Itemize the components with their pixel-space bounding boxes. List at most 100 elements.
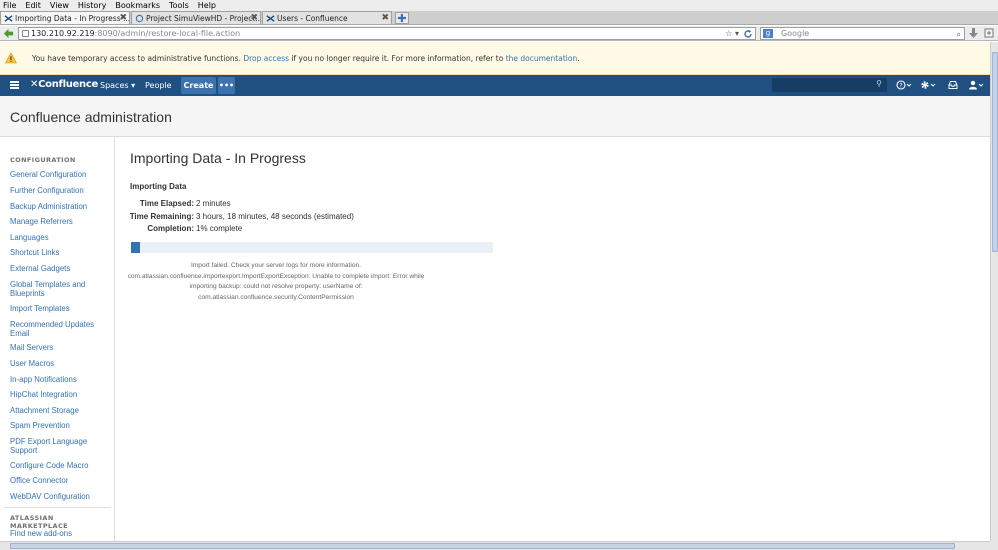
sidebar-item-languages[interactable]: Languages	[10, 233, 110, 242]
help-question-icon: ?	[896, 80, 912, 90]
import-error-message: Import failed. Check your server logs fo…	[121, 261, 431, 303]
menu-history[interactable]: History	[78, 1, 106, 10]
error-line: com.atlassian.confluence.security.Conten…	[198, 293, 354, 301]
admin-sidebar: CONFIGURATION General Configuration Furt…	[0, 137, 115, 541]
reload-icon[interactable]	[743, 29, 753, 39]
gear-icon	[921, 81, 936, 89]
sidebar-item-recommended-updates-email[interactable]: Recommended Updates Email	[10, 320, 110, 338]
error-line: com.atlassian.confluence.importexport.Im…	[127, 272, 425, 280]
sidebar-item-spam-prevention[interactable]: Spam Prevention	[10, 421, 110, 430]
time-elapsed-label: Time Elapsed:	[139, 199, 194, 208]
importing-data-subheading: Importing Data	[130, 182, 187, 191]
sidebar-item-global-templates[interactable]: Global Templates and Blueprints	[10, 280, 110, 298]
sidebar-item-general-configuration[interactable]: General Configuration	[10, 170, 110, 179]
drop-access-link[interactable]: Drop access	[243, 54, 289, 63]
vertical-scrollbar[interactable]	[990, 42, 998, 542]
menu-help[interactable]: Help	[198, 1, 216, 10]
toolbar-extension-icon[interactable]	[984, 28, 994, 38]
search-icon: ⚲	[876, 79, 882, 88]
browser-search-field[interactable]: g Google ⌕	[760, 27, 965, 40]
menu-view[interactable]: View	[50, 1, 69, 10]
menu-bookmarks[interactable]: Bookmarks	[115, 1, 160, 10]
sidebar-item-office-connector[interactable]: Office Connector	[10, 476, 110, 485]
more-create-button[interactable]: •••	[218, 77, 235, 94]
banner-text-middle: if you no longer require it. For more in…	[289, 54, 506, 63]
sidebar-item-further-configuration[interactable]: Further Configuration	[10, 186, 110, 195]
header-search-input[interactable]: ⚲	[772, 78, 887, 92]
confluence-logo[interactable]: ✕Confluence	[30, 79, 98, 90]
time-remaining-value: 3 hours, 18 minutes, 48 seconds (estimat…	[196, 212, 354, 221]
inbox-tray-icon	[948, 81, 958, 89]
sidebar-heading-marketplace: ATLASSIAN MARKETPLACE	[10, 514, 68, 530]
horizontal-scroll-thumb[interactable]	[10, 543, 955, 549]
sidebar-heading-configuration: CONFIGURATION	[10, 156, 76, 164]
page-icon	[22, 30, 29, 37]
svg-text:?: ?	[899, 82, 902, 90]
browser-tab-users[interactable]: Users - Confluence ✖	[262, 11, 392, 24]
new-tab-plus-icon[interactable]: ✚	[395, 12, 409, 25]
people-link[interactable]: People	[145, 81, 172, 90]
documentation-link[interactable]: the documentation	[506, 54, 578, 63]
menu-edit[interactable]: Edit	[25, 1, 41, 10]
vertical-scroll-thumb[interactable]	[992, 52, 998, 252]
scrollbar-corner	[990, 541, 998, 550]
url-dropdown-icon[interactable]: ☆ ▾	[725, 28, 739, 39]
create-button[interactable]: Create	[181, 77, 216, 94]
sidebar-item-shortcut-links[interactable]: Shortcut Links	[10, 248, 110, 257]
menu-tools[interactable]: Tools	[169, 1, 189, 10]
sidebar-item-find-new-addons[interactable]: Find new add-ons	[10, 529, 110, 538]
help-icon[interactable]: ?	[896, 78, 912, 92]
sidebar-item-configure-code-macro[interactable]: Configure Code Macro	[10, 461, 110, 470]
menu-file[interactable]: File	[3, 1, 16, 10]
download-arrow-icon[interactable]	[968, 27, 979, 39]
notifications-icon[interactable]	[945, 78, 961, 92]
time-elapsed-value: 2 minutes	[196, 199, 231, 208]
back-arrow-icon[interactable]	[3, 28, 14, 39]
progress-bar-fill	[131, 242, 140, 253]
confluence-favicon-icon	[266, 15, 275, 22]
user-avatar-menu[interactable]	[968, 78, 984, 92]
page-title: Confluence administration	[10, 109, 172, 125]
search-icon[interactable]: ⌕	[957, 29, 961, 40]
sidebar-item-hipchat-integration[interactable]: HipChat Integration	[10, 390, 110, 399]
admin-access-banner: You have temporary access to administrat…	[0, 42, 990, 75]
project-favicon-icon	[135, 14, 144, 23]
spaces-menu[interactable]: Spaces ▾	[100, 81, 135, 90]
time-remaining-label: Time Remaining:	[129, 212, 194, 221]
url-host: 130.210.92.219	[31, 29, 95, 38]
sidebar-item-external-gadgets[interactable]: External Gadgets	[10, 264, 110, 273]
sidebar-item-in-app-notifications[interactable]: In-app Notifications	[10, 375, 110, 384]
url-bar[interactable]: 130.210.92.219:8090/admin/restore-local-…	[18, 27, 756, 40]
tab-label: Project SimuViewHD - Project...	[146, 13, 261, 23]
browser-tab-project[interactable]: Project SimuViewHD - Project... ✖	[131, 11, 261, 24]
browser-menubar: File Edit View History Bookmarks Tools H…	[0, 0, 998, 11]
app-switcher-menu-icon[interactable]	[10, 81, 19, 89]
sidebar-divider	[4, 507, 111, 508]
browser-tabbar: Importing Data - In Progress ... ✖ Proje…	[0, 11, 998, 25]
sidebar-item-webdav-configuration[interactable]: WebDAV Configuration	[10, 492, 110, 501]
error-line: Import failed. Check your server logs fo…	[190, 262, 362, 269]
tab-close-icon[interactable]: ✖	[381, 13, 389, 23]
admin-gear-icon[interactable]	[920, 78, 936, 92]
browser-tab-importing[interactable]: Importing Data - In Progress ... ✖	[0, 11, 130, 24]
banner-message: You have temporary access to administrat…	[32, 54, 580, 63]
url-path: :8090/admin/restore-local-file.action	[94, 29, 241, 38]
confluence-favicon-icon	[4, 15, 13, 22]
import-progress-bar	[131, 242, 493, 253]
search-placeholder: Google	[781, 29, 810, 38]
error-line: importing backup: could not resolve prop…	[189, 283, 363, 290]
tab-label: Importing Data - In Progress ...	[15, 13, 130, 23]
sidebar-item-pdf-export-language[interactable]: PDF Export Language Support	[10, 437, 110, 455]
tab-close-icon[interactable]: ✖	[250, 13, 258, 23]
horizontal-scrollbar[interactable]	[0, 541, 990, 550]
warning-icon	[5, 52, 17, 64]
confluence-header: ✕Confluence Spaces ▾ People Create ••• ⚲…	[0, 75, 990, 96]
sidebar-item-user-macros[interactable]: User Macros	[10, 359, 110, 368]
sidebar-item-mail-servers[interactable]: Mail Servers	[10, 343, 110, 352]
google-icon: g	[763, 29, 773, 38]
sidebar-item-import-templates[interactable]: Import Templates	[10, 304, 110, 313]
admin-title-bar: Confluence administration	[0, 96, 990, 137]
sidebar-item-attachment-storage[interactable]: Attachment Storage	[10, 406, 110, 415]
tab-close-icon[interactable]: ✖	[119, 13, 127, 23]
banner-text-end: .	[577, 54, 580, 63]
